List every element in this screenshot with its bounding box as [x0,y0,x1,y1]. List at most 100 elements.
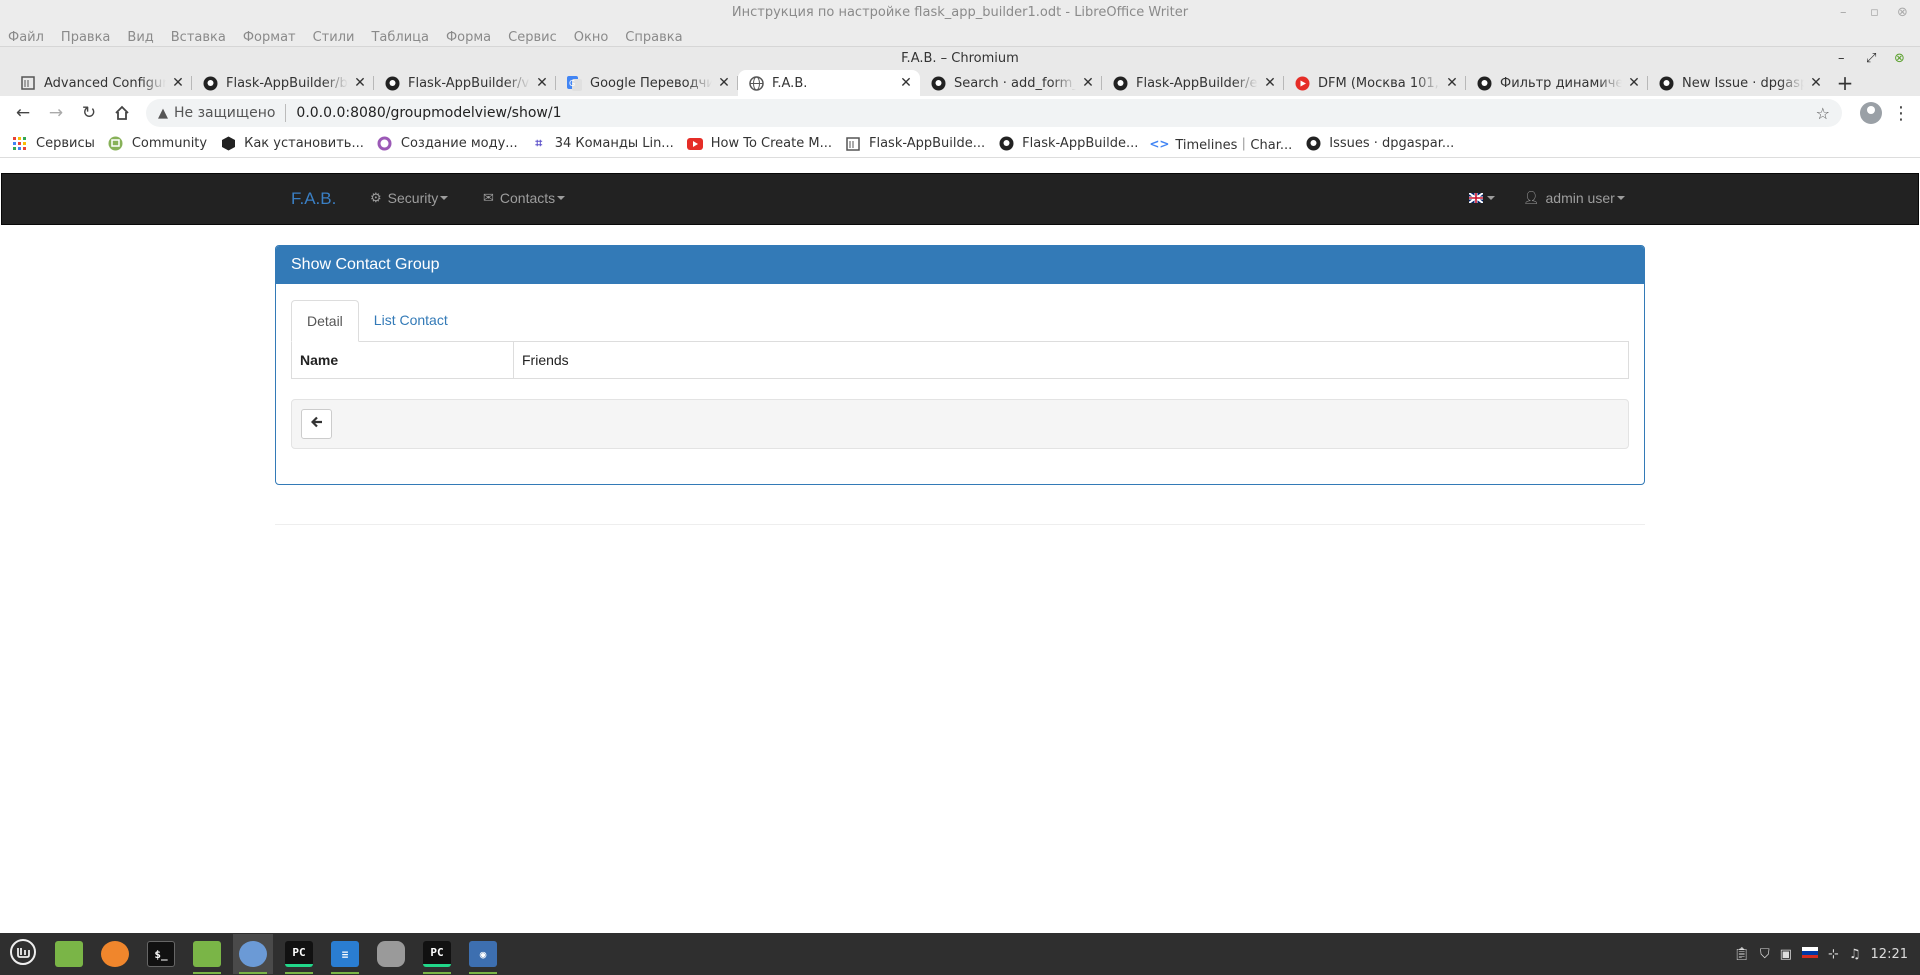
security-status: Не защищено [174,105,276,121]
contacts-menu[interactable]: ✉ Contacts [483,190,566,206]
browser-tab[interactable]: Advanced Configura ✕ [10,70,192,96]
sound-icon[interactable]: ♫ [1849,947,1861,962]
close-icon[interactable]: ⊗ [1894,47,1905,71]
tab-close-icon[interactable]: ✕ [898,75,914,91]
shield-icon[interactable]: ⛉ [1760,947,1770,962]
bookmark-item[interactable]: Flask-AppBuilde... [845,136,985,152]
bookmark-star-icon[interactable]: ☆ [1816,104,1830,123]
url-text[interactable]: 0.0.0.0:8080/groupmodelview/show/1 [296,105,1815,121]
menu-styles[interactable]: Стили [313,26,355,46]
clock[interactable]: 12:21 [1871,947,1908,962]
browser-tab[interactable]: Search · add_form_e ✕ [920,70,1102,96]
linux-mint-logo-icon [10,939,36,969]
tab-close-icon[interactable]: ✕ [352,75,368,91]
menu-insert[interactable]: Вставка [171,26,226,46]
bookmark-item[interactable]: ⌗ 34 Команды Lin... [531,136,673,152]
bookmark-item[interactable]: Community [108,136,207,152]
forward-arrow-icon[interactable]: → [43,100,69,126]
taskbar-firefox[interactable] [95,934,135,974]
caret-down-icon [1487,196,1495,200]
tab-title: Flask-AppBuilder/ex [1136,75,1258,91]
browser-tab[interactable]: Фильтр динамическ ✕ [1466,70,1648,96]
back-arrow-icon[interactable]: ← [10,100,36,126]
kebab-menu-icon[interactable]: ⋮ [1892,103,1910,124]
tab-close-icon[interactable]: ✕ [716,75,732,91]
fab-brand[interactable]: F.A.B. [291,189,336,209]
security-menu[interactable]: ⚙ Security [370,190,449,206]
profile-avatar-icon[interactable] [1860,102,1882,124]
browser-tab[interactable]: G Google Переводчик ✕ [556,70,738,96]
minimize-icon[interactable]: – [1840,0,1847,26]
menu-format[interactable]: Формат [243,26,296,46]
taskbar-writer[interactable]: ≡ [325,934,365,974]
hexagon-icon [220,136,236,152]
browser-tab[interactable]: DFM (Москва 101,2 ✕ [1284,70,1466,96]
detail-tabs: Detail List Contact [291,300,1629,342]
browser-tab[interactable]: Flask-AppBuilder/ex ✕ [1102,70,1284,96]
taskbar-pycharm-2[interactable]: PC [417,934,457,974]
new-tab-button[interactable]: + [1830,70,1860,96]
bookmark-item[interactable]: Flask-AppBuilde... [998,136,1138,152]
maximize-icon[interactable]: ▫ [1870,0,1879,26]
update-icon[interactable]: ▣ [1780,947,1792,962]
clipboard-icon[interactable]: 📋︎ [1733,947,1750,962]
tab-title: Flask-AppBuilder/b [226,75,348,91]
menu-edit[interactable]: Правка [61,26,110,46]
menu-view[interactable]: Вид [127,26,153,46]
tab-close-icon[interactable]: ✕ [1262,75,1278,91]
menu-table[interactable]: Таблица [371,26,429,46]
menu-file[interactable]: Файл [8,26,44,46]
tab-close-icon[interactable]: ✕ [170,75,186,91]
language-menu[interactable] [1468,190,1495,206]
tab-close-icon[interactable]: ✕ [1808,75,1824,91]
code-icon: <> [1149,136,1170,151]
user-menu[interactable]: 👤︎ admin user [1523,190,1625,206]
tab-detail[interactable]: Detail [291,300,359,342]
tab-list-contact[interactable]: List Contact [359,300,463,342]
bookmark-item[interactable]: Создание моду... [377,136,518,152]
minimize-icon[interactable]: – [1838,47,1845,71]
menu-tools[interactable]: Сервис [508,26,557,46]
tab-close-icon[interactable]: ✕ [534,75,550,91]
browser-tab[interactable]: New Issue · dpgaspar ✕ [1648,70,1830,96]
browser-tab-active[interactable]: F.A.B. ✕ [738,70,920,96]
taskbar: $_ PC ≡ PC ◉ 📋︎ ⛉ ▣ ⊹ ♫ 12:21 [0,933,1920,975]
taskbar-chromium[interactable] [233,934,273,974]
bookmark-item[interactable]: Как установить... [220,136,364,152]
bookmark-item[interactable]: Issues · dpgaspar... [1305,136,1454,152]
menu-window[interactable]: Окно [574,26,609,46]
start-menu-button[interactable] [3,934,43,974]
menu-help[interactable]: Справка [625,26,682,46]
taskbar-terminal[interactable]: $_ [141,934,181,974]
reload-icon[interactable]: ↻ [76,100,102,126]
network-icon[interactable]: ⊹ [1828,947,1839,962]
back-button[interactable] [301,409,332,439]
tab-close-icon[interactable]: ✕ [1626,75,1642,91]
taskbar-files-2[interactable] [187,934,227,974]
apps-grid-icon [12,136,28,152]
github-icon [1112,75,1128,91]
address-bar[interactable]: ▲ Не защищено 0.0.0.0:8080/groupmodelvie… [146,99,1842,127]
home-icon[interactable] [109,100,135,126]
tab-close-icon[interactable]: ✕ [1080,75,1096,91]
browser-tab[interactable]: Flask-AppBuilder/vi ✕ [374,70,556,96]
close-icon[interactable]: ⊗ [1897,0,1908,26]
menu-form[interactable]: Форма [446,26,491,46]
bookmark-label: Issues · dpgaspar... [1329,136,1455,151]
taskbar-database[interactable] [371,934,411,974]
taskbar-files[interactable] [49,934,89,974]
document-icon [20,75,36,91]
russian-flag-icon[interactable] [1801,946,1818,962]
taskbar-screenshot[interactable]: ◉ [463,934,503,974]
restore-icon[interactable]: ⤢ [1866,47,1876,71]
hash-icon: ⌗ [535,136,543,150]
bookmark-item[interactable]: How To Create M... [686,136,832,152]
bookmark-item[interactable]: Сервисы [12,136,95,152]
bookmark-label: Сервисы [36,136,95,151]
bookmark-item[interactable]: <> Timelines｜Char... [1149,134,1292,154]
bookmark-label: Flask-AppBuilde... [868,136,986,151]
browser-tab[interactable]: Flask-AppBuilder/b ✕ [192,70,374,96]
taskbar-pycharm[interactable]: PC [279,934,319,974]
tab-close-icon[interactable]: ✕ [1444,75,1460,91]
globe-icon [748,75,764,91]
